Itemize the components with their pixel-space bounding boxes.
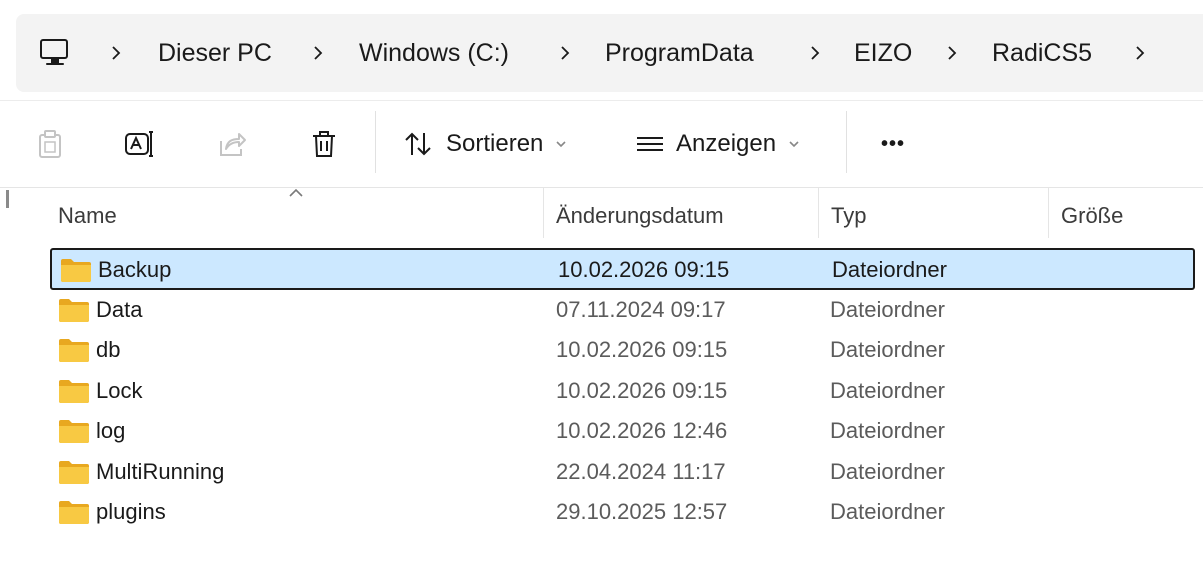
column-header-size[interactable]: Größe — [1061, 188, 1123, 244]
chevron-right-icon[interactable] — [308, 14, 328, 92]
more-options-button[interactable]: ••• — [868, 101, 918, 187]
delete-button[interactable] — [304, 101, 344, 187]
file-type: Dateiordner — [830, 418, 945, 443]
sort-ascending-icon — [289, 188, 303, 197]
file-type: Dateiordner — [832, 257, 947, 282]
folder-icon — [59, 339, 89, 362]
file-row[interactable]: Lock 10.02.2026 09:15 Dateiordner — [50, 371, 1195, 413]
share-icon — [220, 133, 246, 156]
chevron-down-icon — [789, 141, 799, 148]
file-row[interactable]: MultiRunning 22.04.2024 11:17 Dateiordner — [50, 452, 1195, 494]
sort-arrows-icon — [405, 132, 431, 156]
sort-label: Sortieren — [446, 130, 544, 157]
file-row[interactable]: log 10.02.2026 12:46 Dateiordner — [50, 411, 1195, 453]
file-row[interactable]: Backup 10.02.2026 09:15 Dateiordner — [50, 248, 1195, 290]
view-button[interactable]: Anzeigen — [634, 101, 824, 187]
column-header-type[interactable]: Typ — [831, 188, 866, 244]
file-modified: 10.02.2026 09:15 — [556, 377, 728, 403]
file-type: Dateiordner — [830, 337, 945, 362]
folder-icon — [59, 298, 89, 322]
copy-icon — [39, 130, 61, 158]
file-type: Dateiordner — [830, 377, 945, 403]
file-modified: 07.11.2024 09:17 — [556, 296, 726, 322]
file-type: Dateiordner — [830, 458, 945, 484]
chevron-right-icon[interactable] — [805, 14, 825, 92]
folder-icon — [59, 460, 89, 484]
share-button[interactable] — [212, 101, 252, 187]
file-name: Data — [96, 296, 143, 322]
chevron-right-icon[interactable] — [942, 14, 962, 92]
copy-button[interactable] — [30, 101, 70, 187]
address-bar[interactable]: Dieser PC Windows (C:) ProgramData EIZO … — [16, 14, 1203, 92]
file-modified: 10.02.2026 09:15 — [556, 337, 728, 362]
column-divider[interactable] — [543, 188, 544, 238]
file-name: Lock — [96, 377, 143, 403]
column-divider[interactable] — [1048, 188, 1049, 238]
file-modified: 22.04.2024 11:17 — [556, 458, 726, 484]
file-modified: 10.02.2026 09:15 — [558, 257, 730, 282]
file-type: Dateiordner — [830, 499, 945, 524]
breadcrumb-item-programdata[interactable]: ProgramData — [605, 14, 754, 92]
file-name: plugins — [96, 499, 166, 524]
file-name: MultiRunning — [96, 458, 225, 484]
column-header-name[interactable]: Name — [58, 188, 117, 244]
file-row[interactable]: db 10.02.2026 09:15 Dateiordner — [50, 330, 1195, 372]
trash-icon — [313, 131, 335, 157]
breadcrumb-item-dieser-pc[interactable]: Dieser PC — [158, 14, 272, 92]
list-view-icon — [637, 137, 663, 151]
breadcrumb: Dieser PC Windows (C:) ProgramData EIZO … — [16, 14, 1203, 92]
folder-icon — [59, 379, 89, 403]
view-label: Anzeigen — [676, 130, 777, 157]
computer-icon[interactable] — [38, 38, 72, 68]
rename-icon — [125, 131, 153, 157]
file-modified: 10.02.2026 12:46 — [556, 418, 728, 443]
file-name: Backup — [98, 257, 172, 282]
folder-icon — [59, 420, 89, 443]
chevron-right-icon[interactable] — [106, 14, 126, 92]
file-modified: 29.10.2025 12:57 — [556, 499, 728, 524]
breadcrumb-item-eizo[interactable]: EIZO — [854, 14, 912, 92]
chevron-right-icon[interactable] — [1130, 14, 1150, 92]
column-header-modified[interactable]: Änderungsdatum — [556, 188, 724, 244]
folder-icon — [59, 501, 89, 524]
file-row[interactable]: plugins 29.10.2025 12:57 Dateiordner — [50, 492, 1195, 534]
toolbar-divider — [846, 111, 847, 173]
breadcrumb-item-radics5[interactable]: RadiCS5 — [992, 14, 1092, 92]
chevron-right-icon[interactable] — [555, 14, 575, 92]
toolbar-divider — [375, 111, 376, 173]
rename-button[interactable] — [120, 101, 160, 187]
breadcrumb-item-windows-c[interactable]: Windows (C:) — [359, 14, 509, 92]
file-name: db — [96, 337, 121, 362]
file-name: log — [96, 418, 126, 443]
file-type: Dateiordner — [830, 296, 945, 322]
column-header: Name Änderungsdatum Typ Größe — [0, 187, 1203, 243]
chevron-down-icon — [556, 141, 566, 148]
command-bar: Sortieren Anzeigen ••• — [0, 100, 1203, 186]
sort-button[interactable]: Sortieren — [402, 101, 592, 187]
column-divider[interactable] — [818, 188, 819, 238]
file-row[interactable]: Data 07.11.2024 09:17 Dateiordner — [50, 290, 1195, 332]
more-dots-icon: ••• — [880, 132, 905, 155]
folder-icon — [61, 259, 91, 282]
